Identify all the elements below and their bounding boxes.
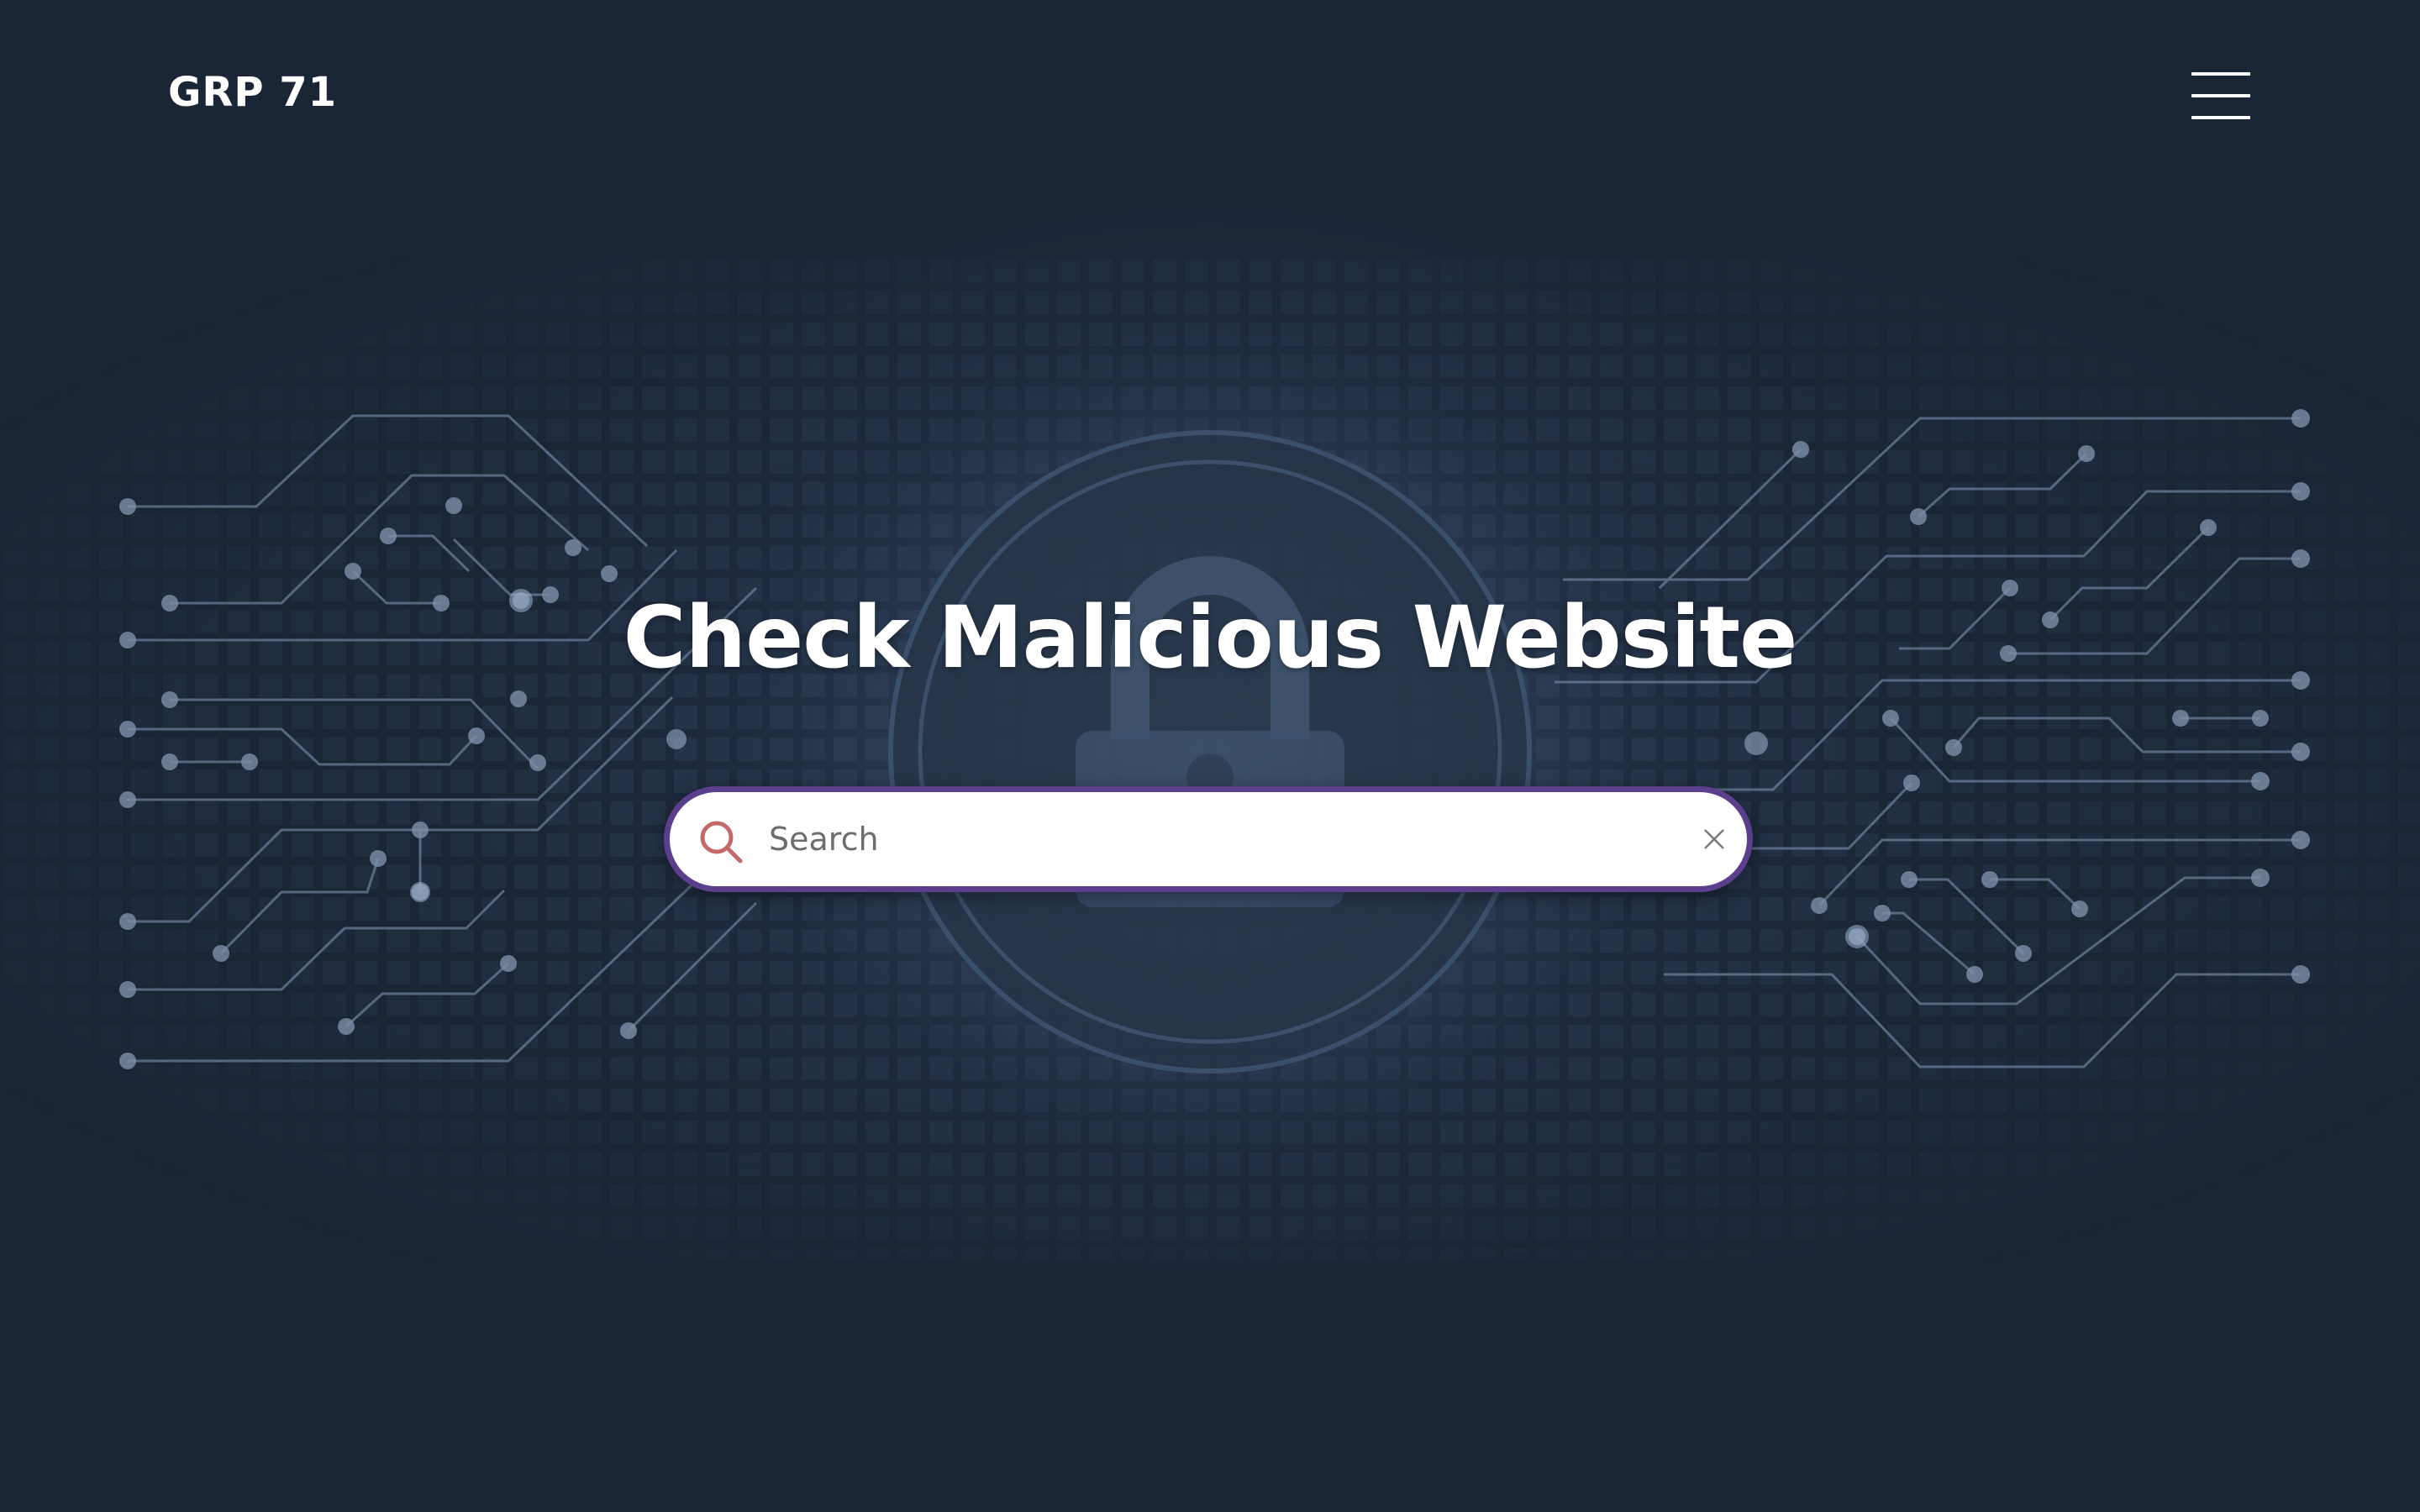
- search-bar: [664, 786, 1753, 892]
- close-icon[interactable]: [1703, 828, 1725, 850]
- background-art: [0, 252, 2420, 1260]
- search-icon[interactable]: [698, 819, 745, 866]
- page: GRP 71 Check Malicious Website: [0, 0, 2420, 1512]
- header: GRP 71: [0, 0, 2420, 193]
- padlock-icon: [888, 430, 1532, 1074]
- brand-logo[interactable]: GRP 71: [168, 69, 337, 116]
- menu-button[interactable]: [2185, 67, 2255, 126]
- search-input[interactable]: [769, 804, 1643, 874]
- page-title: Check Malicious Website: [623, 588, 1798, 688]
